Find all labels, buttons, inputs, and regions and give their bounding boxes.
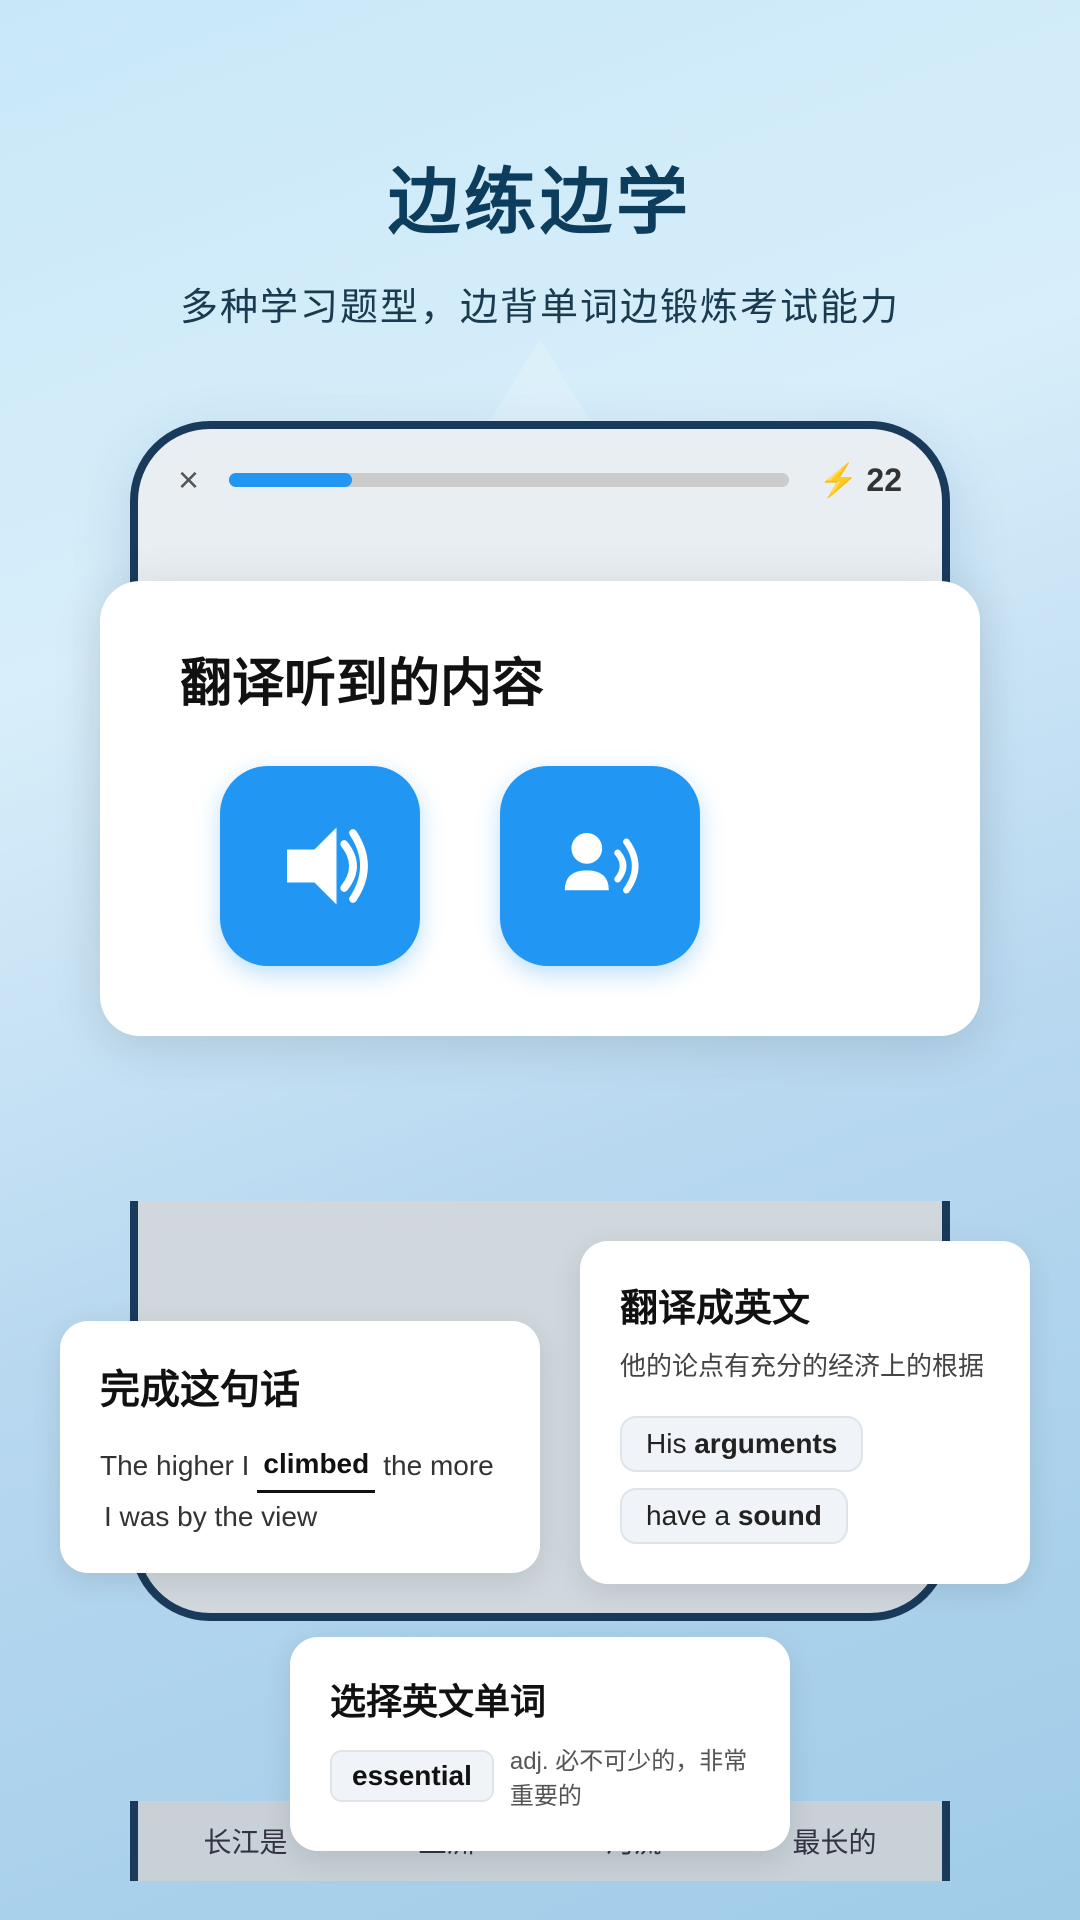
complete-sentence-card: 完成这句话 The higher I climbed the more I wa… xyxy=(60,1321,540,1572)
progress-fill xyxy=(229,473,352,487)
sentence-part1: The higher I xyxy=(100,1441,249,1491)
chip1-prefix: His xyxy=(646,1428,686,1459)
chip2-prefix: have a xyxy=(646,1500,730,1531)
title-section: 边练边学 多种学习题型，边背单词边锻炼考试能力 xyxy=(180,160,900,331)
phone-top-bar: × ⚡ 22 xyxy=(178,459,902,501)
translate-card: 翻译听到的内容 xyxy=(100,581,980,1036)
word-label[interactable]: essential xyxy=(330,1750,494,1802)
audio-buttons-row xyxy=(180,766,900,966)
score-value: 22 xyxy=(866,462,902,499)
bottom-label-3: 最长的 xyxy=(792,1821,876,1861)
translate-card-title: 翻译听到的内容 xyxy=(180,641,900,716)
bottom-cards-area: 完成这句话 The higher I climbed the more I wa… xyxy=(0,1201,1080,1881)
bottom-label-0: 长江是 xyxy=(203,1821,287,1861)
phone-area: × ⚡ 22 翻译听到的内容 xyxy=(130,421,950,941)
translate-english-title: 翻译成英文 xyxy=(620,1277,990,1332)
chip2-word: sound xyxy=(738,1500,822,1531)
sentence-blank: climbed xyxy=(257,1439,375,1492)
translate-english-card: 翻译成英文 他的论点有充分的经济上的根据 His arguments have … xyxy=(580,1241,1030,1584)
speaker-avatar-icon xyxy=(545,811,655,921)
audio-avatar-button[interactable] xyxy=(500,766,700,966)
word-chips-row: His arguments have a sound xyxy=(620,1416,990,1544)
subtitle: 多种学习题型，边背单词边锻炼考试能力 xyxy=(180,276,900,331)
translate-chinese-text: 他的论点有充分的经济上的根据 xyxy=(620,1346,990,1388)
word-definition: adj. 必不可少的，非常重要的 xyxy=(510,1741,750,1811)
word-definition-row: essential adj. 必不可少的，非常重要的 xyxy=(330,1741,750,1811)
sentence-line2: I was by the view xyxy=(100,1501,500,1533)
close-icon[interactable]: × xyxy=(178,459,199,501)
select-word-card: 选择英文单词 essential adj. 必不可少的，非常重要的 xyxy=(290,1637,790,1851)
chip-have-sound[interactable]: have a sound xyxy=(620,1488,848,1544)
select-word-title: 选择英文单词 xyxy=(330,1673,750,1725)
lightning-icon: ⚡ xyxy=(819,461,859,499)
chip-his-arguments[interactable]: His arguments xyxy=(620,1416,863,1472)
speaker-icon xyxy=(265,811,375,921)
page-wrapper: 边练边学 多种学习题型，边背单词边锻炼考试能力 × ⚡ 22 xyxy=(0,0,1080,1881)
complete-sentence-title: 完成这句话 xyxy=(100,1357,500,1415)
sentence-line1: The higher I climbed the more xyxy=(100,1439,500,1492)
audio-speaker-button[interactable] xyxy=(220,766,420,966)
progress-bar xyxy=(229,473,789,487)
main-title: 边练边学 xyxy=(180,160,900,246)
score-display: ⚡ 22 xyxy=(819,461,902,499)
sentence-part2: the more xyxy=(383,1441,494,1491)
chip1-word: arguments xyxy=(694,1428,837,1459)
